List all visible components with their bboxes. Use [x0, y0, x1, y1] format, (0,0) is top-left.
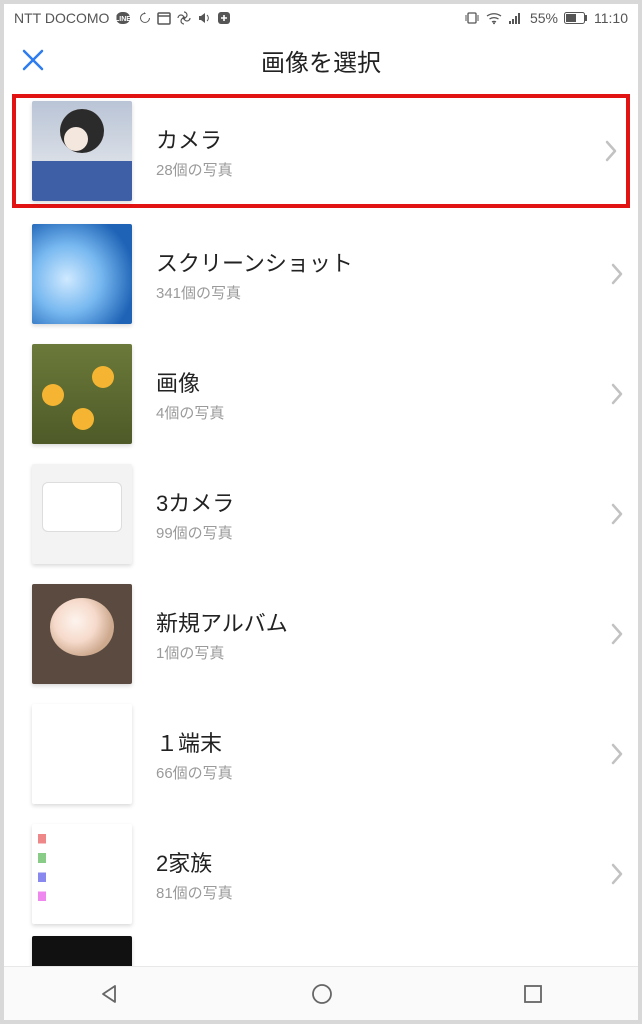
album-name: 2家族 — [156, 846, 610, 878]
chevron-right-icon — [610, 743, 624, 765]
album-row-new-album[interactable]: 新規アルバム 1個の写真 — [4, 574, 638, 694]
chevron-right-icon — [610, 623, 624, 645]
album-row-screenshot[interactable]: スクリーンショット 341個の写真 — [4, 214, 638, 334]
line-app-icon: LINE — [115, 10, 131, 26]
chevron-right-icon — [610, 503, 624, 525]
album-count: 28個の写真 — [156, 159, 604, 180]
chevron-right-icon — [604, 140, 618, 162]
sync-icon — [137, 11, 151, 25]
battery-pct-label: 55% — [530, 10, 558, 26]
page-header: 画像を選択 — [4, 32, 638, 88]
chevron-right-icon — [610, 383, 624, 405]
album-row-2family[interactable]: 2家族 81個の写真 — [4, 814, 638, 934]
album-count: 4個の写真 — [156, 402, 610, 423]
album-row-1device[interactable]: １端末 66個の写真 — [4, 694, 638, 814]
album-name: １端末 — [156, 726, 610, 758]
album-count: 341個の写真 — [156, 282, 610, 303]
album-thumbnail — [32, 224, 132, 324]
chevron-right-icon — [610, 863, 624, 885]
status-bar: NTT DOCOMO LINE — [4, 4, 638, 32]
album-row-camera[interactable]: カメラ 28個の写真 — [10, 92, 632, 210]
speaker-icon — [197, 11, 211, 25]
chevron-right-icon — [610, 263, 624, 285]
clock-label: 11:10 — [594, 10, 628, 26]
album-count: 99個の写真 — [156, 522, 610, 543]
album-name: カメラ — [156, 123, 604, 155]
triangle-back-icon — [98, 982, 122, 1006]
signal-icon — [508, 11, 524, 25]
album-name: 3カメラ — [156, 486, 610, 518]
album-count: 1個の写真 — [156, 642, 610, 663]
album-row-3camera[interactable]: 3カメラ 99個の写真 — [4, 454, 638, 574]
album-thumbnail — [32, 464, 132, 564]
album-thumbnail — [32, 344, 132, 444]
album-thumbnail — [32, 704, 132, 804]
nav-home-button[interactable] — [310, 982, 334, 1006]
album-thumbnail — [32, 101, 132, 201]
nav-recents-button[interactable] — [522, 983, 544, 1005]
calendar-icon — [157, 11, 171, 25]
album-thumbnail — [32, 584, 132, 684]
album-count: 66個の写真 — [156, 762, 610, 783]
close-button[interactable] — [20, 47, 46, 73]
album-name: スクリーンショット — [156, 246, 610, 278]
album-name: 画像 — [156, 366, 610, 398]
plus-badge-icon — [217, 11, 231, 25]
fan-icon — [177, 11, 191, 25]
close-icon — [20, 47, 46, 73]
album-thumbnail — [32, 824, 132, 924]
album-list: カメラ 28個の写真 スクリーンショット 341個の写真 画像 4個の写真 — [4, 88, 638, 974]
carrier-label: NTT DOCOMO — [14, 10, 109, 26]
square-recents-icon — [522, 983, 544, 1005]
album-count: 81個の写真 — [156, 882, 610, 903]
svg-text:LINE: LINE — [115, 16, 131, 23]
album-name: 新規アルバム — [156, 606, 610, 638]
wifi-icon — [486, 11, 502, 25]
album-row-images[interactable]: 画像 4個の写真 — [4, 334, 638, 454]
circle-home-icon — [310, 982, 334, 1006]
nav-back-button[interactable] — [98, 982, 122, 1006]
vibrate-icon — [464, 11, 480, 25]
battery-icon — [564, 12, 588, 24]
system-nav-bar — [4, 966, 638, 1020]
page-title: 画像を選択 — [4, 43, 638, 78]
